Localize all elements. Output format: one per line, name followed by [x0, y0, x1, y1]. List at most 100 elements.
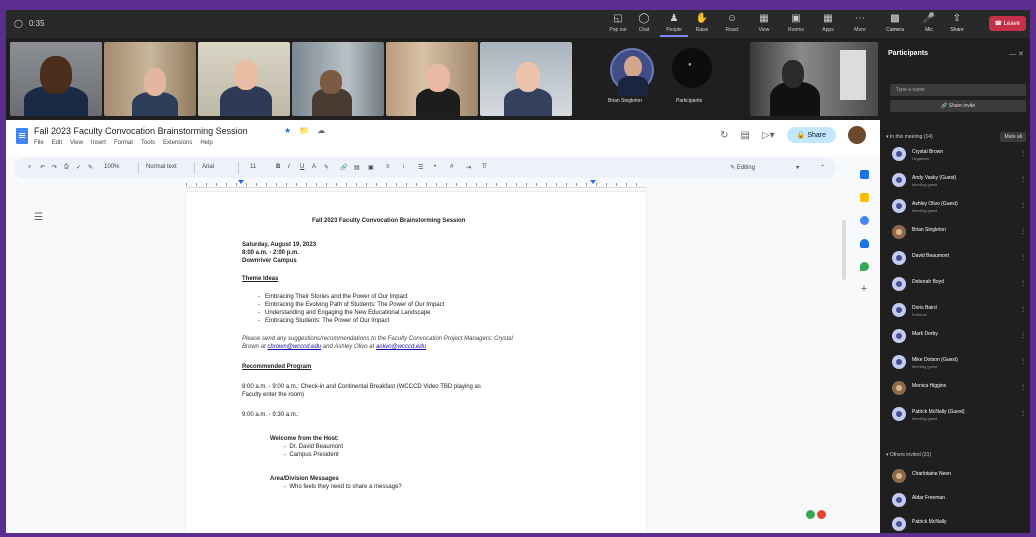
avatar[interactable]: ●	[672, 48, 712, 88]
indent-icon[interactable]: ⇥	[466, 164, 471, 171]
comment-icon[interactable]: ▤	[354, 164, 360, 171]
history-icon[interactable]: ↻	[720, 130, 728, 141]
redo-icon[interactable]: ↷	[52, 164, 57, 171]
menu-item-file[interactable]: File	[34, 140, 44, 146]
menu-item-insert[interactable]: Insert	[91, 140, 106, 146]
document-page[interactable]: Fall 2023 Faculty Convocation Brainstorm…	[186, 192, 646, 533]
chevron-up-icon[interactable]: ⌃	[820, 164, 825, 171]
close-icon[interactable]: — ✕	[1009, 50, 1024, 58]
participant-row[interactable]: Monica Higgins ⋮	[892, 380, 1026, 398]
participant-row[interactable]: Deborah Boyd ⋮	[892, 276, 1026, 294]
menu-item-tools[interactable]: Tools	[141, 140, 155, 146]
document-title[interactable]: Fall 2023 Faculty Convocation Brainstorm…	[34, 126, 248, 136]
apps-button[interactable]: ▦ Apps	[814, 13, 842, 37]
maps-icon[interactable]	[859, 262, 869, 271]
participant-role: Meeting guest	[912, 364, 938, 369]
mic-button[interactable]: 🎤 Mic	[918, 13, 940, 37]
participant-row[interactable]: Patrick McNally (Guest) Meeting guest ⋮	[892, 406, 1026, 424]
participant-row[interactable]: Crystal Brown Organizer ⋮	[892, 146, 1026, 164]
line-spacing-icon[interactable]: ↕	[402, 164, 405, 170]
search-input[interactable]: Type a name	[890, 84, 1026, 96]
video-tile[interactable]	[10, 42, 102, 116]
align-icon[interactable]: ≡	[386, 164, 390, 170]
link-icon[interactable]: 🔗	[340, 164, 347, 171]
checklist-icon[interactable]: ☰	[418, 164, 423, 171]
move-folder-icon[interactable]: 📁	[299, 126, 309, 135]
more-button[interactable]: ⋯ More	[846, 13, 874, 37]
video-tile[interactable]	[750, 42, 878, 116]
avatar[interactable]	[848, 126, 866, 144]
highlight-icon[interactable]: ✎	[324, 164, 329, 171]
menu-item-extensions[interactable]: Extensions	[163, 140, 192, 146]
editing-mode-select[interactable]: ✎ Editing	[730, 164, 755, 171]
people-button[interactable]: ♟ People	[660, 13, 688, 37]
raise-button[interactable]: ✋ Raise	[688, 13, 716, 37]
explore-button[interactable]	[806, 510, 826, 519]
email-link[interactable]: aolivo@wcccd.edu	[376, 344, 426, 350]
invited-row[interactable]: Charlotaine Neen	[892, 468, 1026, 486]
menu-item-edit[interactable]: Edit	[52, 140, 62, 146]
menu-item-view[interactable]: View	[70, 140, 83, 146]
keep-icon[interactable]	[859, 193, 869, 202]
text-color-icon[interactable]: A	[312, 164, 316, 170]
spellcheck-icon[interactable]: ✓	[76, 164, 81, 171]
chevron-down-icon[interactable]: ▾	[796, 164, 799, 171]
contacts-icon[interactable]	[859, 239, 869, 248]
email-link[interactable]: cbrown@wcccd.edu	[267, 344, 321, 350]
share-invite-button[interactable]: 🔗 Share invite	[890, 100, 1026, 112]
ruler[interactable]	[186, 180, 646, 188]
add-icon[interactable]: +	[861, 284, 867, 295]
print-icon[interactable]: ⎙	[64, 164, 69, 171]
section-others-invited[interactable]: ▾ Others invited (31)	[886, 452, 931, 458]
menu-item-help[interactable]: Help	[200, 140, 212, 146]
zoom-select[interactable]: 100%	[104, 164, 119, 170]
rooms-button[interactable]: ▣ Rooms	[782, 13, 810, 37]
participant-row[interactable]: Brian Singleton ⋮	[892, 224, 1026, 242]
share-button[interactable]: ⇧ Share	[946, 13, 968, 37]
participant-row[interactable]: Doris Baird External ⋮	[892, 302, 1026, 320]
participant-row[interactable]: David Beaumont ⋮	[892, 250, 1026, 268]
font-select[interactable]: Arial	[202, 164, 214, 170]
video-tile[interactable]	[386, 42, 478, 116]
leave-button[interactable]: ☎ Leave	[988, 16, 1026, 31]
react-button[interactable]: ☺ React	[718, 13, 746, 37]
search-menus-icon[interactable]: ⌕	[28, 164, 31, 171]
document-outline-icon[interactable]: ☰	[34, 212, 43, 223]
paint-format-icon[interactable]: ✎	[88, 164, 93, 171]
video-tile[interactable]	[480, 42, 572, 116]
scrollbar[interactable]	[842, 220, 846, 280]
participant-row[interactable]: Mark Derby ⋮	[892, 328, 1026, 346]
view-button[interactable]: ▦ View	[750, 13, 778, 37]
italic-icon[interactable]: I	[288, 164, 290, 170]
chat-button[interactable]: ◯ Chat	[630, 13, 658, 37]
menu-item-format[interactable]: Format	[114, 140, 133, 146]
numbered-list-icon[interactable]: #	[450, 164, 453, 170]
participant-row[interactable]: Ashley Olivo (Guest) Meeting guest ⋮	[892, 198, 1026, 216]
video-tile[interactable]	[292, 42, 384, 116]
star-icon[interactable]: ★	[284, 126, 291, 135]
mute-all-button[interactable]: Mute all	[1000, 132, 1026, 142]
participant-row[interactable]: Andy Vasky (Guest) Meeting guest ⋮	[892, 172, 1026, 190]
bulleted-list-icon[interactable]: •	[434, 164, 436, 170]
comments-icon[interactable]: ▤	[740, 130, 749, 141]
meet-icon[interactable]: ▷▾	[762, 130, 775, 141]
tasks-icon[interactable]	[859, 216, 869, 225]
underline-icon[interactable]: U	[300, 164, 304, 170]
share-button[interactable]: 🔒 Share	[786, 127, 836, 143]
undo-icon[interactable]: ↶	[40, 164, 45, 171]
pop-out-button[interactable]: ◱ Pop out	[604, 13, 632, 37]
image-icon[interactable]: ▣	[368, 164, 374, 171]
style-select[interactable]: Normal text	[146, 164, 177, 170]
font-size-field[interactable]: 11	[250, 164, 256, 170]
avatar[interactable]	[610, 48, 654, 96]
calendar-icon[interactable]	[859, 170, 869, 179]
section-in-meeting[interactable]: ▾ In this meeting (14)	[886, 134, 933, 140]
invited-row[interactable]: Aldar Freeman	[892, 492, 1026, 510]
video-tile[interactable]	[198, 42, 290, 116]
bold-icon[interactable]: B	[276, 164, 280, 170]
invited-row[interactable]: Patrick McNally	[892, 516, 1026, 533]
clear-format-icon[interactable]: T̸	[482, 164, 486, 170]
video-tile[interactable]	[104, 42, 196, 116]
participant-row[interactable]: Mike Dotson (Guest) Meeting guest ⋮	[892, 354, 1026, 372]
camera-button[interactable]: ▩ Camera	[884, 13, 906, 37]
